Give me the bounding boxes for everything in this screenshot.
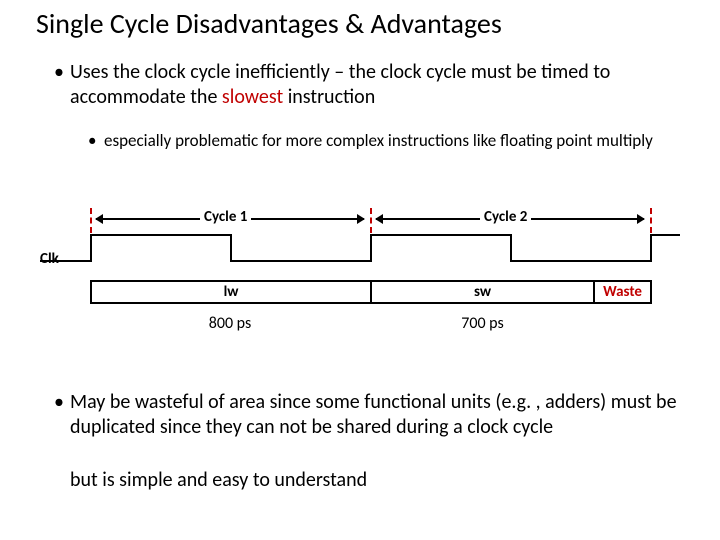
bullet-area: • May be wasteful of area since some fun… — [70, 390, 680, 440]
bullet-text-tail: instruction — [283, 85, 375, 109]
bullet-inefficient: • Uses the clock cycle inefficiently – t… — [70, 60, 680, 110]
lw-box: lw — [90, 280, 372, 304]
clk-seg — [90, 234, 230, 236]
cycle2-label: Cycle 2 — [480, 208, 531, 226]
slowest-emphasis: slowest — [222, 85, 283, 109]
bullet-text: May be wasteful of area since some funct… — [70, 390, 677, 439]
clk-seg — [40, 260, 90, 262]
cycle1-label: Cycle 1 — [200, 208, 251, 226]
clk-seg — [90, 234, 92, 262]
clk-seg — [510, 260, 650, 262]
lw-time: 800 ps — [90, 314, 370, 333]
sw-box: sw — [370, 280, 595, 304]
clk-seg — [650, 234, 680, 236]
bullet-dot: • — [88, 130, 96, 151]
clk-seg — [370, 234, 372, 262]
bullet-text: especially problematic for more complex … — [104, 130, 653, 151]
clk-label: Clk — [40, 250, 59, 268]
clk-seg — [230, 260, 370, 262]
waste-box: Waste — [593, 280, 652, 304]
bullet-complex: • especially problematic for more comple… — [104, 130, 680, 151]
slide: Single Cycle Disadvantages & Advantages … — [0, 0, 720, 540]
sw-time: 700 ps — [370, 314, 595, 333]
clk-seg — [370, 234, 510, 236]
slide-title: Single Cycle Disadvantages & Advantages — [36, 6, 502, 41]
bullet-dot: • — [54, 390, 64, 415]
clk-seg — [510, 234, 512, 262]
bullet-text: but is simple and easy to understand — [70, 468, 367, 492]
bullet-dot: • — [54, 60, 64, 85]
clk-seg — [230, 234, 232, 262]
clk-seg — [650, 234, 652, 262]
bullet-simple: but is simple and easy to understand — [70, 468, 680, 493]
timing-diagram: Clk Cycle 1 Cycle 2 lw sw Waste 800 ps 7… — [40, 200, 680, 340]
